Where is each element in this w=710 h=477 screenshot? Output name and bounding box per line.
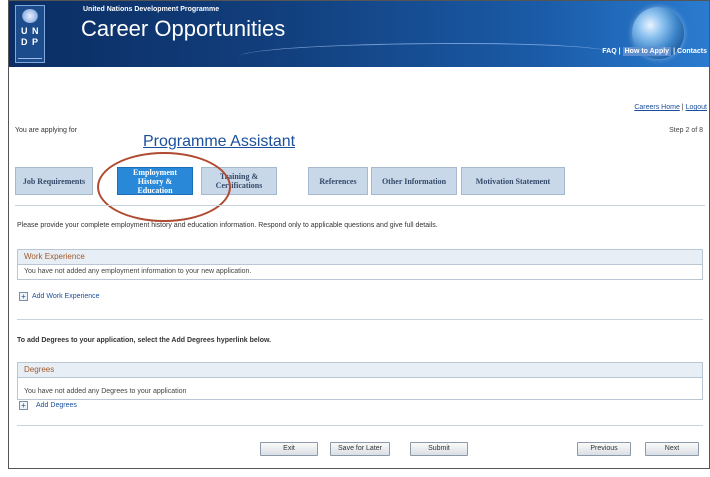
how-to-apply-link[interactable]: How to Apply — [622, 47, 672, 56]
degrees-section: Degrees You have not added any Degrees t… — [17, 362, 703, 400]
instructions-text: Please provide your complete employment … — [17, 222, 438, 229]
undp-logo[interactable]: U N D P — [15, 5, 45, 63]
application-window: U N D P United Nations Development Progr… — [8, 0, 710, 469]
tab-divider — [15, 205, 705, 206]
un-emblem-icon — [22, 9, 38, 23]
plus-icon: + — [19, 401, 28, 410]
previous-button[interactable]: Previous — [577, 442, 631, 456]
highlight-circle — [97, 152, 231, 222]
tab-other-information[interactable]: Other Information — [371, 167, 457, 195]
top-nav: FAQ | How to Apply | Contacts — [602, 47, 707, 56]
tab-job-requirements[interactable]: Job Requirements — [15, 167, 93, 195]
footer-divider — [17, 425, 703, 426]
degrees-heading: Degrees — [18, 363, 702, 378]
contacts-link[interactable]: Contacts — [677, 48, 707, 55]
logo-letter-n: N — [32, 26, 39, 36]
add-work-experience[interactable]: + Add Work Experience — [19, 292, 100, 301]
add-work-experience-label[interactable]: Add Work Experience — [32, 293, 100, 300]
tab-motivation-statement[interactable]: Motivation Statement — [461, 167, 565, 195]
faq-link[interactable]: FAQ — [602, 48, 616, 55]
careers-home-link[interactable]: Careers Home — [634, 104, 680, 111]
logo-letter-p: P — [32, 37, 39, 47]
next-button[interactable]: Next — [645, 442, 699, 456]
tab-references[interactable]: References — [308, 167, 368, 195]
add-degrees-label[interactable]: Add Degrees — [36, 402, 77, 409]
work-experience-empty-message: You have not added any employment inform… — [24, 268, 252, 275]
logo-rule — [18, 58, 42, 59]
logout-link[interactable]: Logout — [686, 104, 707, 111]
work-experience-heading: Work Experience — [18, 250, 702, 265]
job-title-link[interactable]: Programme Assistant — [143, 133, 295, 151]
page-title: Career Opportunities — [81, 16, 286, 41]
org-name: United Nations Development Programme — [83, 6, 220, 13]
career-links: Careers Home | Logout — [634, 104, 707, 111]
step-indicator: Step 2 of 8 — [669, 127, 703, 134]
applying-label: You are applying for — [15, 127, 78, 134]
submit-button[interactable]: Submit — [410, 442, 468, 456]
page-header: U N D P United Nations Development Progr… — [9, 1, 709, 67]
add-degrees[interactable]: + Add Degrees — [19, 401, 77, 410]
logo-letter-d: D — [21, 37, 28, 47]
career-links-separator: | — [681, 104, 684, 111]
degrees-empty-message: You have not added any Degrees to your a… — [24, 388, 187, 395]
logo-letter-u: U — [21, 26, 28, 36]
plus-icon: + — [19, 292, 28, 301]
degrees-intro-text: To add Degrees to your application, sele… — [17, 337, 272, 344]
work-experience-section: Work Experience You have not added any e… — [17, 249, 703, 280]
exit-button[interactable]: Exit — [260, 442, 318, 456]
save-for-later-button[interactable]: Save for Later — [330, 442, 390, 456]
decorative-swoosh — [239, 43, 609, 66]
section-divider — [17, 319, 703, 320]
